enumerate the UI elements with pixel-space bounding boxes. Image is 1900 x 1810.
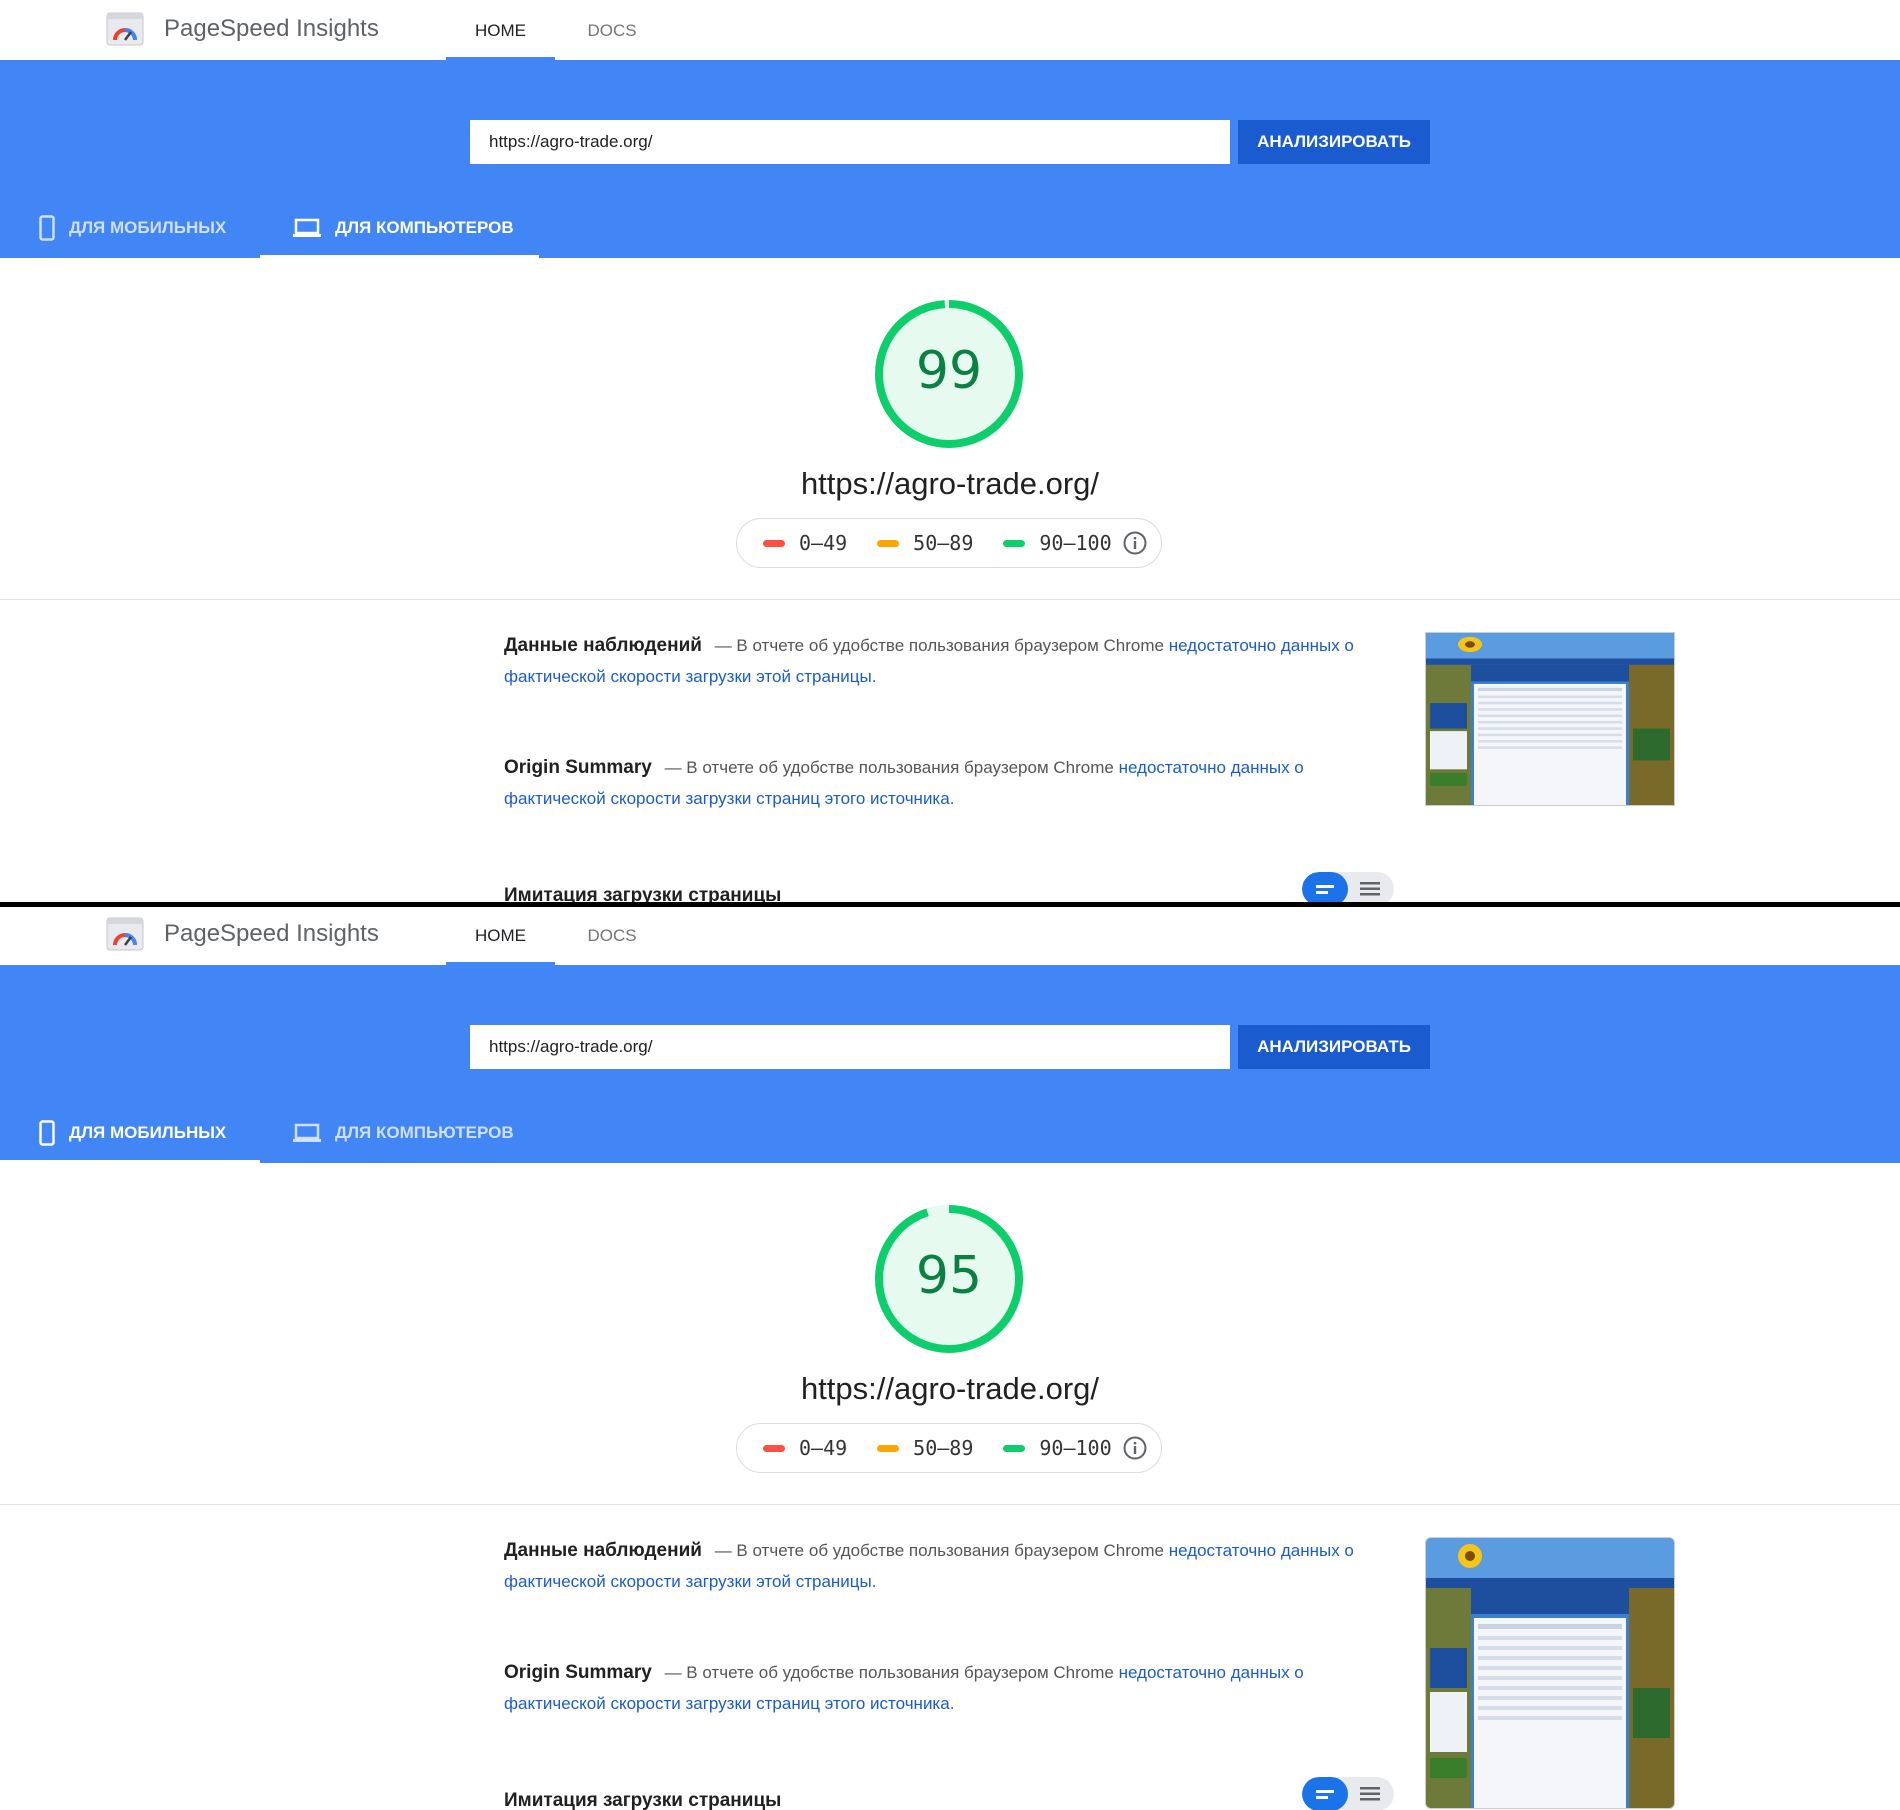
mobile-phone-icon xyxy=(39,214,55,241)
tab-mobile-label: ДЛЯ МОБИЛЬНЫХ xyxy=(69,217,227,237)
legend-average: 50–89 xyxy=(877,1436,973,1460)
card-view-button[interactable] xyxy=(1302,1777,1348,1810)
list-view-icon xyxy=(1360,882,1380,896)
divider xyxy=(0,599,1900,600)
laptop-icon xyxy=(293,1123,321,1142)
info-icon[interactable] xyxy=(1123,531,1147,555)
legend-fail-label: 0–49 xyxy=(799,531,848,555)
tab-desktop[interactable]: ДЛЯ КОМПЬЮТЕРОВ xyxy=(260,197,539,258)
average-swatch xyxy=(877,1444,900,1452)
view-toggle[interactable] xyxy=(1302,872,1394,905)
tab-mobile-label: ДЛЯ МОБИЛЬНЫХ xyxy=(69,1122,227,1142)
score-legend: 0–49 50–89 90–100 xyxy=(736,1423,1162,1473)
fail-swatch xyxy=(763,539,785,547)
card-view-icon xyxy=(1316,1790,1334,1799)
origin-summary-title: Origin Summary xyxy=(504,757,652,778)
field-data-desc: — В отчете об удобстве пользования брауз… xyxy=(714,1541,1164,1560)
mobile-report-screenshot: PageSpeed Insights HOME DOCS АНАЛИЗИРОВА… xyxy=(0,905,1900,1810)
origin-summary-desc: — В отчете об удобстве пользования брауз… xyxy=(664,1663,1114,1682)
legend-average-label: 50–89 xyxy=(913,531,974,555)
legend-fail: 0–49 xyxy=(763,531,847,555)
field-data-desc: — В отчете об удобстве пользования брауз… xyxy=(714,636,1164,655)
origin-summary-section: Origin Summary — В отчете об удобстве по… xyxy=(504,1657,1354,1719)
origin-summary-desc: — В отчете об удобстве пользования брауз… xyxy=(664,758,1114,777)
origin-summary-title: Origin Summary xyxy=(504,1662,652,1683)
legend-average-label: 50–89 xyxy=(913,1436,974,1460)
result-url: https://agro-trade.org/ xyxy=(800,1371,1100,1406)
pagespeed-logo-icon[interactable] xyxy=(106,12,144,46)
mobile-phone-icon xyxy=(39,1119,55,1146)
performance-score: 95 xyxy=(915,1246,983,1306)
app-title: PageSpeed Insights xyxy=(164,15,379,42)
origin-summary-section: Origin Summary — В отчете об удобстве по… xyxy=(504,752,1354,814)
field-data-section: Данные наблюдений — В отчете об удобстве… xyxy=(504,1535,1354,1597)
tab-desktop-label: ДЛЯ КОМПЬЮТЕРОВ xyxy=(335,217,514,237)
search-hero: АНАЛИЗИРОВАТЬ ДЛЯ МОБИЛЬНЫХ ДЛЯ КОМПЬЮТЕ… xyxy=(0,60,1900,258)
divider xyxy=(0,1504,1900,1505)
top-bar: PageSpeed Insights HOME DOCS xyxy=(0,0,1900,60)
analyze-button[interactable]: АНАЛИЗИРОВАТЬ xyxy=(1238,1025,1430,1069)
nav-docs-tab[interactable]: DOCS xyxy=(566,905,658,965)
nav-docs-tab[interactable]: DOCS xyxy=(566,0,658,60)
legend-fail: 0–49 xyxy=(763,1436,847,1460)
tab-mobile[interactable]: ДЛЯ МОБИЛЬНЫХ xyxy=(0,1102,260,1163)
legend-average: 50–89 xyxy=(877,531,973,555)
pagespeed-logo-icon[interactable] xyxy=(106,917,144,951)
field-data-title: Данные наблюдений xyxy=(504,635,702,656)
result-url: https://agro-trade.org/ xyxy=(800,466,1100,501)
page-screenshot-image xyxy=(1426,633,1674,805)
average-swatch xyxy=(877,539,900,547)
pass-swatch xyxy=(1003,539,1026,547)
url-input[interactable] xyxy=(470,1025,1230,1069)
legend-pass-label: 90–100 xyxy=(1039,1436,1112,1460)
analyze-button[interactable]: АНАЛИЗИРОВАТЬ xyxy=(1238,120,1430,164)
app-title: PageSpeed Insights xyxy=(164,920,379,947)
score-legend: 0–49 50–89 90–100 xyxy=(736,518,1162,568)
list-view-button[interactable] xyxy=(1348,1777,1394,1810)
tab-desktop[interactable]: ДЛЯ КОМПЬЮТЕРОВ xyxy=(260,1102,539,1163)
legend-pass-label: 90–100 xyxy=(1039,531,1112,555)
page-screenshot-thumbnail xyxy=(1425,1537,1675,1809)
view-toggle[interactable] xyxy=(1302,1777,1394,1810)
list-view-icon xyxy=(1360,1787,1380,1801)
desktop-report-screenshot: PageSpeed Insights HOME DOCS АНАЛИЗИРОВА… xyxy=(0,0,1900,905)
tab-desktop-label: ДЛЯ КОМПЬЮТЕРОВ xyxy=(335,1122,514,1142)
fail-swatch xyxy=(763,1444,785,1452)
nav-home-tab[interactable]: HOME xyxy=(446,0,555,60)
field-data-section: Данные наблюдений — В отчете об удобстве… xyxy=(504,630,1354,692)
card-view-button[interactable] xyxy=(1302,872,1348,905)
page-screenshot-thumbnail xyxy=(1425,632,1675,806)
legend-fail-label: 0–49 xyxy=(799,1436,848,1460)
performance-score: 99 xyxy=(915,341,983,401)
url-input[interactable] xyxy=(470,120,1230,164)
info-icon[interactable] xyxy=(1123,1436,1147,1460)
pass-swatch xyxy=(1003,1444,1026,1452)
field-data-title: Данные наблюдений xyxy=(504,1540,702,1561)
nav-home-tab[interactable]: HOME xyxy=(446,905,555,965)
page-screenshot-image xyxy=(1426,1538,1674,1808)
card-view-icon xyxy=(1316,885,1334,894)
lab-data-title: Имитация загрузки страницы xyxy=(504,1790,782,1810)
screenshot-separator xyxy=(0,902,1900,907)
tab-mobile[interactable]: ДЛЯ МОБИЛЬНЫХ xyxy=(0,197,260,258)
legend-pass: 90–100 xyxy=(1003,531,1112,555)
legend-pass: 90–100 xyxy=(1003,1436,1112,1460)
search-hero: АНАЛИЗИРОВАТЬ ДЛЯ МОБИЛЬНЫХ ДЛЯ КОМПЬЮТЕ… xyxy=(0,965,1900,1163)
top-bar: PageSpeed Insights HOME DOCS xyxy=(0,905,1900,965)
laptop-icon xyxy=(293,218,321,237)
list-view-button[interactable] xyxy=(1348,872,1394,905)
